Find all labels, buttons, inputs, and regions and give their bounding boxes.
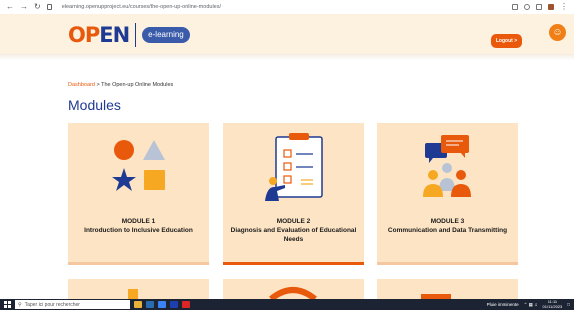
search-icon: ⚲ [18,301,22,308]
header-shadow [0,54,574,60]
taskbar-search-input[interactable]: ⚲ Taper ici pour rechercher [15,300,130,309]
windows-start-icon[interactable] [4,301,11,308]
module-card-label: MODULE 3 Communication and Data Transmit… [381,217,514,235]
card-bottom-bar [377,262,518,265]
card-bottom-bar-active [223,262,364,265]
card-bottom-bar [68,262,209,265]
breadcrumb-dashboard-link[interactable]: Dashboard [68,82,95,88]
clock[interactable]: 11:11 01/11/2023 [542,299,563,309]
logo-wordmark: OPEN [68,23,130,47]
system-tray: Pluie imminente ⌃ ▦ ♫ 11:11 01/11/2023 □ [487,299,570,309]
notification-icon[interactable]: □ [567,302,570,307]
module-number: MODULE 2 [276,218,311,225]
module-card-label: MODULE 2 Diagnosis and Evaluation of Edu… [227,217,360,244]
logout-button[interactable]: Logout > [491,34,522,48]
logo-divider [135,23,137,47]
partial-illustration [128,289,138,299]
clock-date: 01/11/2023 [542,303,563,309]
module-title: Communication and Data Transmitting [387,227,508,234]
site-header: OPEN e-learning Logout > [0,14,574,54]
weather-label[interactable]: Pluie imminente [487,302,519,307]
arrow-left-icon[interactable]: ← [6,0,14,14]
module-title: Diagnosis and Evaluation of Educational … [230,227,357,243]
module-card-label: MODULE 1 Introduction to Inclusive Educa… [72,217,205,235]
lock-icon [46,4,52,10]
windows-taskbar: ⚲ Taper ici pour rechercher Pluie immine… [0,299,574,310]
module-title: Introduction to Inclusive Education [84,227,193,234]
clipboard-checklist-illustration [265,133,323,201]
module-card-2[interactable]: MODULE 2 Diagnosis and Evaluation of Edu… [223,123,364,265]
share-icon[interactable] [512,4,518,10]
screen: ← → ↻ elearning.openupproject.eu/courses… [0,0,574,310]
store-icon[interactable] [170,301,178,308]
reload-icon[interactable]: ↻ [34,0,41,14]
accessibility-icon[interactable]: ☺ [549,24,566,41]
module-card-3[interactable]: MODULE 3 Communication and Data Transmit… [377,123,518,265]
shapes-illustration [112,140,165,191]
star-icon[interactable] [524,4,530,10]
app-icon[interactable] [182,301,190,308]
search-placeholder: Taper ici pour rechercher [24,301,80,308]
elearning-badge[interactable]: e-learning [142,27,190,43]
explorer-icon[interactable] [146,301,154,308]
module-card-5-partial[interactable] [223,279,364,299]
menu-icon[interactable]: ⋮ [560,0,568,14]
edge-icon[interactable] [158,301,166,308]
address-bar[interactable]: elearning.openupproject.eu/courses/the-o… [62,4,221,10]
breadcrumb-current: The Open-up Online Modules [101,82,174,88]
extensions-icon[interactable] [536,4,542,10]
module-number: MODULE 3 [430,218,465,225]
breadcrumb: Dashboard > The Open-up Online Modules [68,82,173,88]
partial-illustration [269,287,317,299]
browser-toolbar: ← → ↻ elearning.openupproject.eu/courses… [0,0,574,14]
taskview-icon[interactable] [134,301,142,308]
browser-actions: ⋮ [512,0,568,14]
page-title: Modules [68,97,121,113]
partial-illustration [421,294,451,299]
tray-icons[interactable]: ⌃ ▦ ♫ [524,302,538,308]
site-logo[interactable]: OPEN e-learning [68,22,190,48]
module-number: MODULE 1 [121,218,156,225]
arrow-right-icon[interactable]: → [20,0,28,14]
module-card-1[interactable]: MODULE 1 Introduction to Inclusive Educa… [68,123,209,265]
module-card-6-partial[interactable] [377,279,518,299]
module-card-4-partial[interactable] [68,279,209,299]
profile-icon[interactable] [548,4,554,10]
communication-group-illustration [423,135,471,197]
